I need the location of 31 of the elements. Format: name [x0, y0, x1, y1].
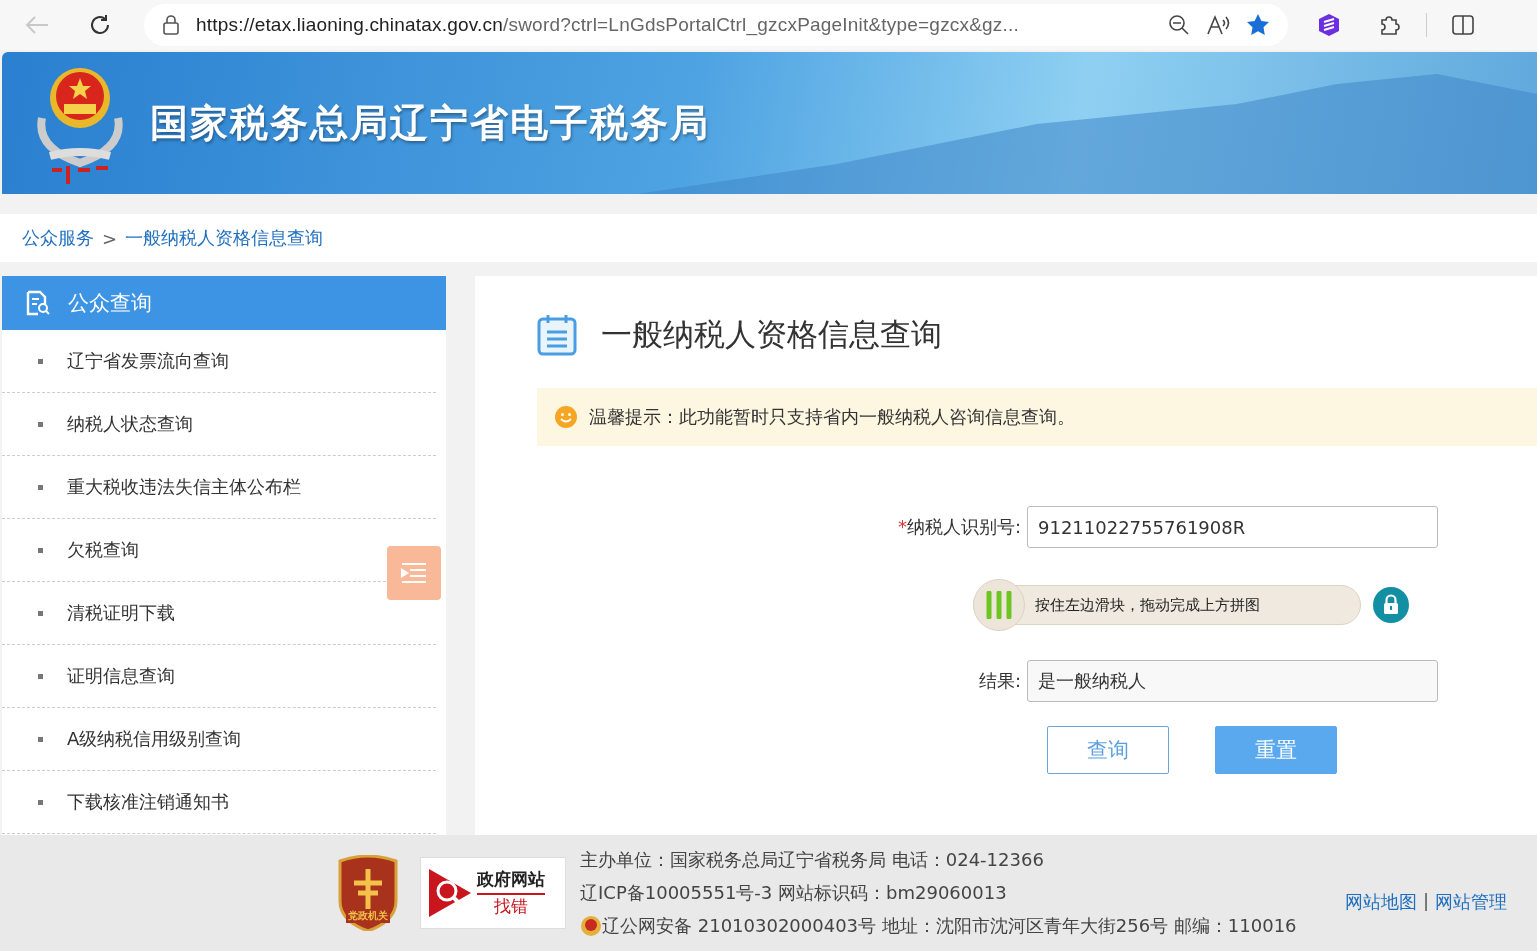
footer-text: 主办单位：国家税务总局辽宁省税务局 电话：024-12366: [580, 848, 1044, 872]
sidebar-item[interactable]: 证明信息查询: [38, 664, 175, 688]
site-title: 国家税务总局辽宁省电子税务局: [150, 99, 710, 147]
breadcrumb-separator: >: [102, 227, 118, 249]
notice-text: 温馨提示：此功能暂时只支持省内一般纳税人咨询信息查询。: [589, 405, 1075, 429]
footer-text: 辽ICP备10005551号-3 网站标识码：bm29060013: [580, 881, 1007, 905]
badge-label: 党政机关: [346, 909, 390, 923]
footer-link[interactable]: 网站管理: [1435, 890, 1507, 914]
url-text: https://etax.liaoning.chinatax.gov.cn/sword?ctrl=LnGdsPortalCtrl_gzcxPageInit&type=gzcx&gz...: [196, 14, 1020, 36]
field-label: 结果:: [977, 669, 1022, 693]
sidebar-item[interactable]: 纳税人状态查询: [38, 412, 193, 436]
sidebar-item[interactable]: 清税证明下载: [38, 601, 175, 625]
breadcrumb-link[interactable]: 公众服务: [22, 226, 94, 250]
slider-track[interactable]: 按住左边滑块，拖动完成上方拼图: [973, 578, 1361, 632]
report-error-button[interactable]: 政府网站 找错: [420, 857, 566, 929]
footer-text: 辽公网安备 21010302000403号 地址：沈阳市沈河区青年大街256号 邮编：110016: [602, 914, 1297, 938]
link-separator: |: [1422, 890, 1429, 913]
footer-link[interactable]: 网站地图: [1344, 890, 1417, 914]
sidebar-item[interactable]: 下载核准注销通知书: [38, 790, 229, 814]
slider-hint: 按住左边滑块，拖动完成上方拼图: [1035, 595, 1260, 615]
sidebar-item[interactable]: 欠税查询: [38, 538, 139, 562]
page-title: 一般纳税人资格信息查询: [601, 315, 942, 354]
sidebar-item[interactable]: 重大税收违法失信主体公布栏: [38, 475, 301, 499]
field-label: *纳税人识别号:: [896, 515, 1022, 539]
breadcrumb-link[interactable]: 一般纳税人资格信息查询: [125, 226, 324, 250]
sidebar-item[interactable]: 辽宁省发票流向查询: [38, 349, 229, 373]
sidebar-title: 公众查询: [68, 290, 152, 317]
address-bar[interactable]: https://etax.liaoning.chinatax.gov.cn/sword?ctrl=LnGdsPortalCtrl_gzcxPageInit&type=gzcx&gz...: [144, 4, 1288, 46]
result-field[interactable]: 是一般纳税人: [1027, 660, 1438, 702]
taxpayer-id-field[interactable]: 91211022755761908R: [1027, 506, 1438, 548]
sidebar-item[interactable]: A级纳税信用级别查询: [38, 727, 242, 751]
